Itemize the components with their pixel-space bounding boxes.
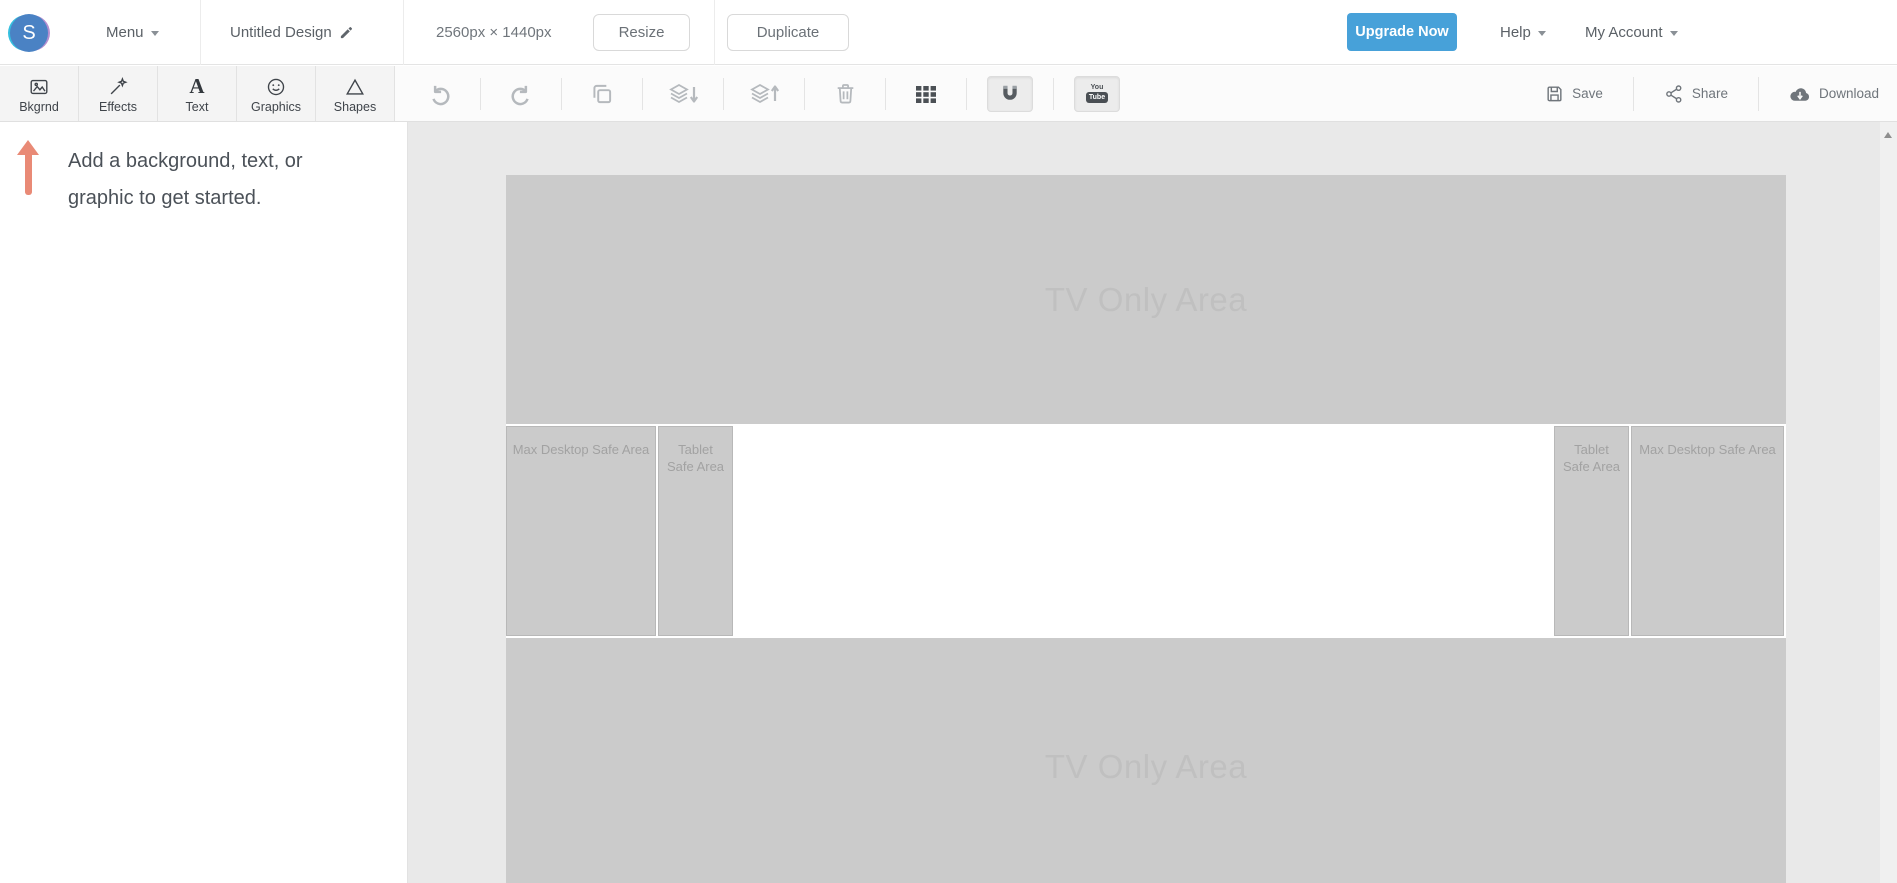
asset-tabs: Bkgrnd Effects A Text Graphics Shapes <box>0 66 395 121</box>
max-desktop-safe-area-left: Max Desktop Safe Area <box>506 426 656 636</box>
editor-toolbar: Bkgrnd Effects A Text Graphics Shapes Yo… <box>0 66 1897 122</box>
tab-text[interactable]: A Text <box>158 66 237 121</box>
undo-button[interactable] <box>420 74 460 114</box>
grid-button[interactable] <box>906 74 946 114</box>
delete-button[interactable] <box>825 74 865 114</box>
up-arrow-icon <box>17 140 39 197</box>
youtube-icon: You Tube <box>1085 84 1109 103</box>
canvas-area[interactable]: TV Only Area Max Desktop Safe Area Table… <box>407 122 1897 883</box>
hint-line-2: graphic to get started. <box>68 187 262 209</box>
upgrade-now-button[interactable]: Upgrade Now <box>1347 13 1457 51</box>
tool-divider <box>966 77 967 110</box>
tab-effects[interactable]: Effects <box>79 66 158 121</box>
share-button[interactable]: Share <box>1664 84 1728 104</box>
design-canvas[interactable]: TV Only Area Max Desktop Safe Area Table… <box>506 175 1786 883</box>
tv-only-area-label: TV Only Area <box>1044 280 1248 318</box>
scroll-up-arrow-icon[interactable] <box>1884 132 1892 138</box>
header-divider <box>200 0 201 65</box>
header-bar: S Menu Untitled Design 2560px × 1440px R… <box>0 0 1897 65</box>
logo-letter: S <box>10 14 48 52</box>
save-floppy-icon <box>1547 86 1562 102</box>
help-dropdown[interactable]: Help <box>1500 0 1546 65</box>
magic-wand-icon <box>107 76 129 98</box>
redo-button[interactable] <box>501 74 541 114</box>
tool-divider <box>1053 77 1054 110</box>
tab-background[interactable]: Bkgrnd <box>0 66 79 121</box>
tool-divider <box>885 77 886 110</box>
tab-shapes[interactable]: Shapes <box>316 66 395 121</box>
share-icon <box>1666 84 1682 103</box>
download-button[interactable]: Download <box>1789 84 1879 104</box>
getting-started-hint: Add a background, text, or graphic to ge… <box>68 143 348 217</box>
tool-divider <box>561 77 562 110</box>
canvas-dimensions: 2560px × 1440px <box>436 24 552 41</box>
edit-pencil-icon[interactable] <box>339 25 354 40</box>
my-account-label: My Account <box>1585 24 1663 41</box>
share-label: Share <box>1691 86 1728 101</box>
save-label: Save <box>1572 86 1603 101</box>
design-title[interactable]: Untitled Design <box>230 0 354 65</box>
magnet-icon <box>1003 85 1017 100</box>
tab-graphics[interactable]: Graphics <box>237 66 316 121</box>
help-label: Help <box>1500 24 1531 41</box>
save-button[interactable]: Save <box>1545 84 1603 103</box>
bring-forward-button[interactable] <box>744 74 784 114</box>
triangle-icon <box>344 76 366 98</box>
tab-label: Graphics <box>250 99 302 114</box>
tab-label: Bkgrnd <box>19 99 59 114</box>
design-title-text: Untitled Design <box>230 24 332 41</box>
app-window: S Menu Untitled Design 2560px × 1440px R… <box>0 0 1897 883</box>
send-backward-button[interactable] <box>663 74 703 114</box>
tool-divider <box>804 77 805 110</box>
tablet-safe-area-left: Tablet Safe Area <box>658 426 733 636</box>
chevron-down-icon <box>1537 31 1546 36</box>
tab-label: Text <box>185 99 209 114</box>
tool-divider <box>480 77 481 110</box>
chevron-down-icon <box>150 31 159 36</box>
chevron-down-icon <box>1669 31 1678 36</box>
letter-a-icon: A <box>189 74 205 98</box>
menu-label: Menu <box>106 24 144 41</box>
smiley-icon <box>265 76 287 98</box>
header-divider <box>403 0 404 65</box>
duplicate-layer-button[interactable] <box>582 74 622 114</box>
tool-divider <box>642 77 643 110</box>
app-logo[interactable]: S <box>8 13 50 53</box>
tab-label: Shapes <box>333 99 377 114</box>
youtube-safe-zones-toggle[interactable]: You Tube <box>1074 75 1120 112</box>
snap-magnet-toggle[interactable] <box>987 75 1033 112</box>
tv-only-area-bottom: TV Only Area <box>506 638 1786 883</box>
tv-only-area-top: TV Only Area <box>506 175 1786 424</box>
tool-divider <box>1757 76 1759 111</box>
resize-button[interactable]: Resize <box>593 14 690 51</box>
tool-divider <box>723 77 724 110</box>
vertical-scrollbar[interactable] <box>1880 122 1897 883</box>
max-desktop-safe-area-right: Max Desktop Safe Area <box>1631 426 1784 636</box>
tool-strip: You Tube <box>420 66 1120 121</box>
file-actions: Save Share Download <box>1545 66 1879 121</box>
tool-divider <box>1632 76 1634 111</box>
duplicate-button[interactable]: Duplicate <box>727 14 849 51</box>
header-divider <box>714 0 715 65</box>
my-account-dropdown[interactable]: My Account <box>1585 0 1678 65</box>
menu-dropdown[interactable]: Menu <box>106 0 159 65</box>
hint-line-1: Add a background, text, or <box>68 150 303 172</box>
tab-label: Effects <box>99 99 137 114</box>
left-panel: Add a background, text, or graphic to ge… <box>0 122 407 883</box>
cloud-download-icon <box>1790 87 1810 101</box>
tv-only-area-label: TV Only Area <box>1044 747 1248 785</box>
download-label: Download <box>1818 86 1879 101</box>
image-icon <box>28 76 50 98</box>
tablet-safe-area-right: Tablet Safe Area <box>1554 426 1629 636</box>
